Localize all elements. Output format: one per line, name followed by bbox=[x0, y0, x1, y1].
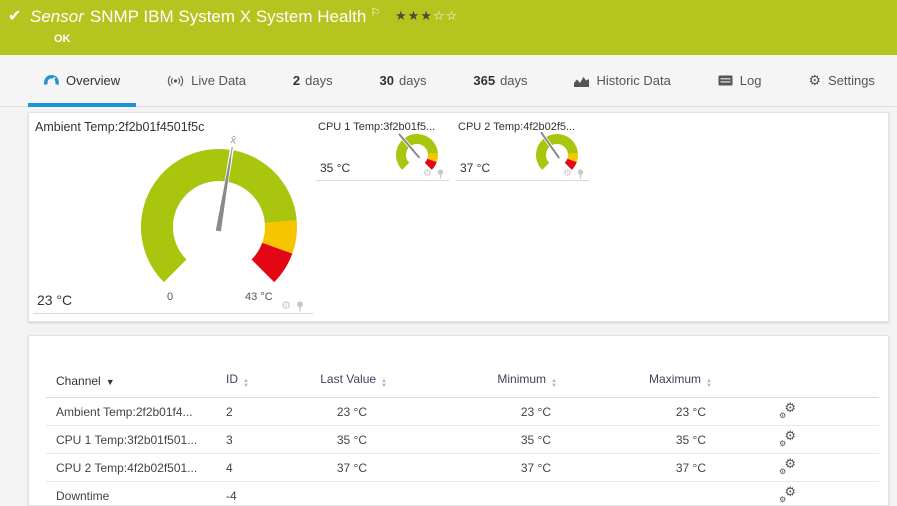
table-row: CPU 2 Temp:4f2b02f501... 4 37 °C 37 °C 3… bbox=[46, 454, 879, 482]
gauge-widget-ambient-temp: Ambient Temp:2f2b01f4501f5c x̄ 23 °C 0 4… bbox=[33, 118, 313, 314]
channel-name: CPU 2 Temp:4f2b02f501... bbox=[56, 460, 198, 475]
last-value: 37 °C bbox=[336, 460, 367, 475]
channel-settings-icon[interactable]: ⚙ ⚙ bbox=[778, 400, 796, 420]
sort-icon: ▲ ▼ bbox=[381, 378, 387, 389]
tab-live-data[interactable]: Live Data bbox=[151, 55, 262, 106]
maximum-value: 35 °C bbox=[675, 432, 706, 447]
channel-table-panel: Channel ▼ ID ▲ ▼ Last Value ▲ ▼ Minimum ▲ ▼ Max… bbox=[28, 335, 889, 506]
temperature-gauge: x̄ bbox=[141, 134, 297, 283]
gauge-icon bbox=[44, 75, 59, 86]
channel-settings-icon[interactable]: ⚙ ⚙ bbox=[778, 456, 796, 476]
column-header-channel[interactable]: Channel ▼ bbox=[56, 374, 226, 388]
column-header-minimum[interactable]: Minimum ▲ ▼ bbox=[389, 372, 559, 389]
widget-gear-icon[interactable]: ⚙ bbox=[423, 168, 432, 179]
minimum-value: 37 °C bbox=[520, 460, 551, 475]
broadcast-icon bbox=[168, 75, 184, 86]
column-header-id[interactable]: ID ▲ ▼ bbox=[226, 372, 311, 389]
tab-overview[interactable]: Overview bbox=[28, 55, 137, 107]
gauges-panel: Ambient Temp:2f2b01f4501f5c x̄ 23 °C 0 4… bbox=[28, 112, 889, 322]
gear-icon: ⚙ bbox=[808, 72, 821, 88]
axis-min-label: 0 bbox=[167, 291, 174, 303]
column-header-maximum[interactable]: Maximum ▲ ▼ bbox=[559, 372, 714, 389]
channel-id: 2 bbox=[226, 404, 233, 419]
tab-bar: Overview Live Data 2 days 30 days 365 da… bbox=[0, 55, 897, 107]
status-check-icon: ✔ bbox=[8, 8, 22, 25]
tab-label: Historic Data bbox=[596, 73, 671, 88]
pin-icon[interactable] bbox=[295, 301, 305, 312]
sensor-status-banner: ✔ Sensor SNMP IBM System X System Health ⚐… bbox=[0, 0, 897, 55]
tab-label: days bbox=[399, 73, 427, 88]
sort-icon: ▲ ▼ bbox=[706, 378, 712, 389]
channel-settings-icon[interactable]: ⚙ ⚙ bbox=[778, 484, 796, 504]
gauge-widget-cpu1-temp: CPU 1 Temp:3f2b01f5... 35 °C ⚙ bbox=[316, 119, 449, 181]
tab-number: 2 bbox=[292, 73, 301, 88]
sort-desc-icon: ▼ bbox=[105, 376, 115, 387]
channel-settings-icon[interactable]: ⚙ ⚙ bbox=[778, 428, 796, 448]
sort-icon: ▲ ▼ bbox=[551, 378, 557, 389]
maximum-value: 23 °C bbox=[675, 404, 706, 419]
log-icon bbox=[718, 75, 733, 86]
tab-settings[interactable]: ⚙ Settings bbox=[792, 55, 891, 106]
status-badge: OK bbox=[54, 33, 71, 45]
tab-30-days[interactable]: 30 days bbox=[364, 55, 443, 106]
gauge-value: 35 °C bbox=[320, 161, 351, 175]
tab-log[interactable]: Log bbox=[702, 55, 778, 106]
priority-stars[interactable]: ★★★☆☆ bbox=[395, 8, 458, 23]
tab-label: Log bbox=[739, 73, 762, 88]
tab-365-days[interactable]: 365 days bbox=[457, 55, 543, 106]
sort-icon: ▲ ▼ bbox=[243, 378, 249, 389]
minimum-value: 35 °C bbox=[520, 432, 551, 447]
stars-empty: ☆☆ bbox=[432, 8, 459, 23]
tab-2-days[interactable]: 2 days bbox=[277, 55, 349, 106]
channel-name: Downtime bbox=[56, 488, 110, 503]
stars-filled: ★★★ bbox=[394, 8, 433, 23]
widget-gear-icon[interactable]: ⚙ bbox=[281, 301, 291, 312]
tab-label: days bbox=[305, 73, 333, 88]
last-value: 23 °C bbox=[336, 404, 367, 419]
maximum-value: 37 °C bbox=[675, 460, 706, 475]
pin-icon[interactable] bbox=[576, 169, 585, 179]
table-header-row: Channel ▼ ID ▲ ▼ Last Value ▲ ▼ Minimum ▲ ▼ Max… bbox=[46, 364, 879, 398]
table-row: Downtime -4 ⚙ ⚙ bbox=[46, 482, 879, 506]
gauge-widget-cpu2-temp: CPU 2 Temp:4f2b02f5... 37 °C ⚙ bbox=[456, 119, 589, 181]
table-row: CPU 1 Temp:3f2b01f501... 3 35 °C 35 °C 3… bbox=[46, 426, 879, 454]
minimum-value: 23 °C bbox=[520, 404, 551, 419]
tab-number: 365 bbox=[473, 73, 496, 88]
widget-actions: ⚙ bbox=[563, 168, 585, 179]
gauge-value: 23 °C bbox=[37, 292, 73, 308]
tab-label: days bbox=[500, 73, 528, 88]
widget-actions: ⚙ bbox=[423, 168, 445, 179]
page-title: SNMP IBM System X System Health bbox=[89, 7, 367, 26]
channel-name: Ambient Temp:2f2b01f4... bbox=[56, 404, 193, 419]
last-value: 35 °C bbox=[336, 432, 367, 447]
mean-marker: x̄ bbox=[230, 134, 238, 147]
widget-gear-icon[interactable]: ⚙ bbox=[563, 168, 572, 179]
channel-name: CPU 1 Temp:3f2b01f501... bbox=[56, 432, 198, 447]
tab-label: Settings bbox=[827, 73, 875, 88]
flag-icon[interactable]: ⚐ bbox=[370, 7, 380, 19]
gauge-value: 37 °C bbox=[460, 161, 491, 175]
tab-label: Live Data bbox=[191, 73, 247, 88]
table-row: Ambient Temp:2f2b01f4... 2 23 °C 23 °C 2… bbox=[46, 398, 879, 426]
axis-max-label: 43 °C bbox=[245, 291, 273, 303]
column-header-last-value[interactable]: Last Value ▲ ▼ bbox=[311, 372, 389, 389]
tab-number: 30 bbox=[379, 73, 394, 88]
object-kind-label: Sensor bbox=[30, 7, 84, 26]
widget-actions: ⚙ bbox=[281, 301, 305, 312]
sensor-title-line: Sensor SNMP IBM System X System Health ⚐ ★… bbox=[30, 7, 458, 27]
channel-id: 4 bbox=[226, 460, 233, 475]
tab-historic-data[interactable]: Historic Data bbox=[558, 55, 686, 106]
tab-label: Overview bbox=[66, 73, 121, 88]
channel-id: -4 bbox=[226, 488, 237, 503]
channel-id: 3 bbox=[226, 432, 233, 447]
pin-icon[interactable] bbox=[436, 169, 445, 179]
area-chart-icon bbox=[574, 76, 590, 87]
